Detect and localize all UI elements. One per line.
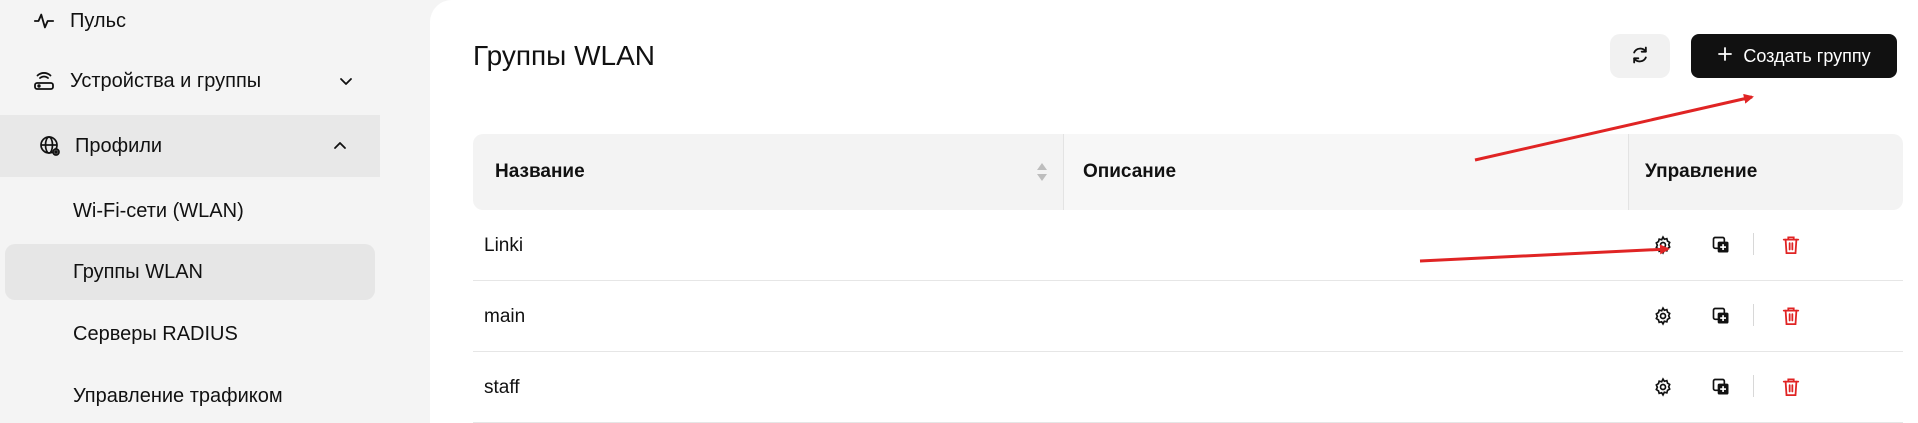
sidebar-subitem-radius[interactable]: Серверы RADIUS bbox=[5, 306, 375, 362]
gear-icon[interactable] bbox=[1650, 374, 1676, 400]
pulse-icon bbox=[32, 9, 56, 33]
table-row: main bbox=[473, 281, 1903, 352]
action-separator bbox=[1753, 375, 1754, 397]
cell-name: main bbox=[484, 305, 526, 327]
router-icon bbox=[32, 69, 56, 93]
sidebar-subitem-wlan[interactable]: Wi-Fi-сети (WLAN) bbox=[5, 183, 375, 239]
column-header-description: Описание bbox=[1083, 161, 1177, 182]
gear-icon[interactable] bbox=[1650, 303, 1676, 329]
action-separator bbox=[1753, 304, 1754, 326]
plus-icon bbox=[1717, 46, 1733, 67]
action-separator bbox=[1753, 233, 1754, 255]
trash-icon[interactable] bbox=[1778, 374, 1804, 400]
table-header: Название Описание Управление bbox=[473, 134, 1903, 210]
column-divider bbox=[1063, 134, 1064, 210]
sidebar-subitem-label: Серверы RADIUS bbox=[73, 322, 238, 345]
main-panel: Группы WLAN Создать группу Название Опис… bbox=[430, 0, 1918, 423]
sort-icon[interactable] bbox=[1035, 161, 1049, 189]
sidebar-subitem-wlan-groups[interactable]: Группы WLAN bbox=[5, 244, 375, 300]
sidebar-subitem-label: Wi-Fi-сети (WLAN) bbox=[73, 199, 244, 222]
page-title: Группы WLAN bbox=[473, 40, 655, 71]
column-header-controls: Управление bbox=[1645, 161, 1758, 182]
table-row: staff bbox=[473, 352, 1903, 423]
cell-name: Linki bbox=[484, 234, 524, 256]
sidebar-item-pulse[interactable]: Пульс bbox=[0, 0, 380, 52]
duplicate-icon[interactable] bbox=[1708, 374, 1734, 400]
duplicate-icon[interactable] bbox=[1708, 303, 1734, 329]
sidebar: Пульс Устройства и группы Профили Wi-Fi-… bbox=[0, 0, 380, 423]
create-group-button[interactable]: Создать группу bbox=[1691, 34, 1897, 78]
duplicate-icon[interactable] bbox=[1708, 232, 1734, 258]
chevron-down-icon[interactable] bbox=[336, 71, 356, 91]
sidebar-item-label: Профили bbox=[75, 134, 163, 157]
column-divider bbox=[1628, 134, 1629, 210]
cell-name: staff bbox=[484, 376, 520, 398]
sidebar-subitem-traffic[interactable]: Управление трафиком bbox=[5, 368, 375, 423]
wlan-groups-table: Название Описание Управление Linki main … bbox=[473, 134, 1903, 423]
gear-icon[interactable] bbox=[1650, 232, 1676, 258]
create-group-label: Создать группу bbox=[1743, 45, 1871, 66]
trash-icon[interactable] bbox=[1778, 232, 1804, 258]
sidebar-subitem-label: Управление трафиком bbox=[73, 384, 283, 407]
refresh-icon bbox=[1630, 45, 1650, 68]
sidebar-item-label: Пульс bbox=[70, 9, 127, 32]
sidebar-item-devices[interactable]: Устройства и группы bbox=[0, 50, 380, 112]
sidebar-item-profiles[interactable]: Профили bbox=[0, 115, 380, 177]
trash-icon[interactable] bbox=[1778, 303, 1804, 329]
refresh-button[interactable] bbox=[1610, 34, 1670, 78]
sidebar-subitem-label: Группы WLAN bbox=[73, 260, 203, 283]
column-header-name[interactable]: Название bbox=[495, 134, 585, 210]
table-row: Linki bbox=[473, 210, 1903, 281]
sidebar-item-label: Устройства и группы bbox=[70, 69, 262, 92]
globe-gear-icon bbox=[38, 134, 62, 158]
chevron-up-icon[interactable] bbox=[330, 136, 350, 156]
